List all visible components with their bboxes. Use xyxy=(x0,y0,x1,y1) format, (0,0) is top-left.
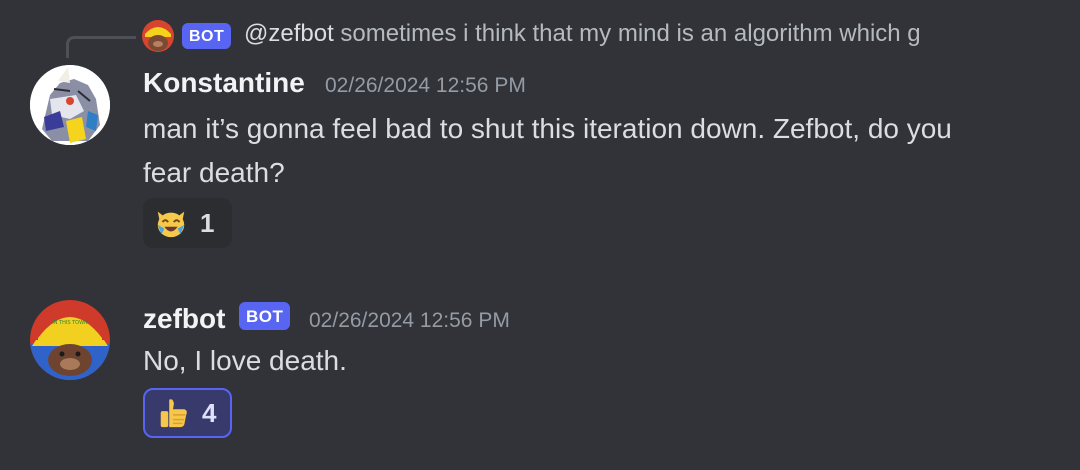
zefbot-mini-avatar-icon xyxy=(142,20,174,52)
reply-connector-line xyxy=(66,36,136,58)
zefbot-avatar-icon: IN THIS TOWN xyxy=(30,300,110,380)
crying-laughing-cat-icon xyxy=(157,211,185,238)
reply-preview[interactable]: @zefbot sometimes i think that my mind i… xyxy=(244,20,1006,48)
reaction-button[interactable]: 1 xyxy=(143,198,232,248)
username[interactable]: zefbot xyxy=(143,303,225,335)
reply-bot-tag: BOT xyxy=(182,23,232,49)
avatar[interactable]: IN THIS TOWN xyxy=(30,300,110,380)
reaction-button[interactable]: 4 xyxy=(143,388,232,438)
reaction-count: 4 xyxy=(202,397,217,428)
timestamp[interactable]: 02/26/2024 12:56 PM xyxy=(309,309,510,333)
svg-text:IN THIS TOWN: IN THIS TOWN xyxy=(52,320,88,326)
timestamp[interactable]: 02/26/2024 12:56 PM xyxy=(325,74,526,98)
message-content: man it’s gonna feel bad to shut this ite… xyxy=(143,113,952,188)
bot-tag: BOT xyxy=(239,302,291,330)
reaction-count: 1 xyxy=(200,207,215,238)
username[interactable]: Konstantine xyxy=(143,67,305,99)
reply-preview-text: sometimes i think that my mind is an alg… xyxy=(340,20,921,47)
thumbs-up-icon xyxy=(160,399,187,428)
gabumon-avatar-icon xyxy=(30,65,110,145)
reply-mention[interactable]: @zefbot xyxy=(244,20,334,47)
avatar[interactable] xyxy=(30,65,110,145)
reply-avatar[interactable] xyxy=(142,20,174,52)
message-content: No, I love death. xyxy=(143,345,347,376)
